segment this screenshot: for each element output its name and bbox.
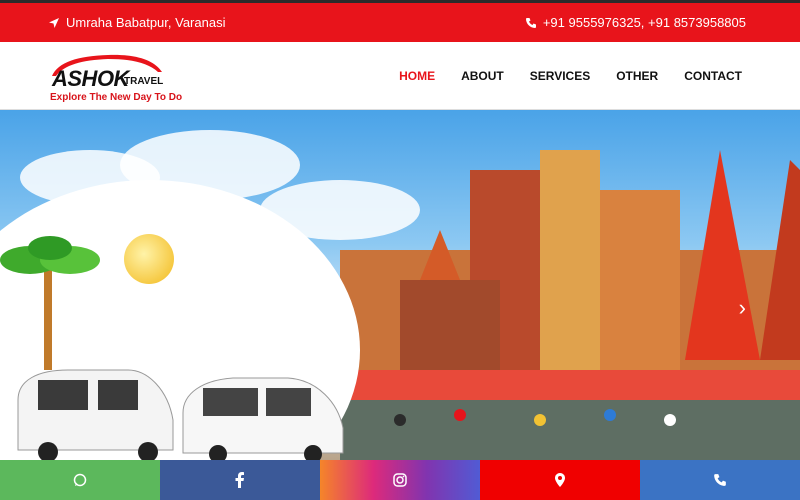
next-slide-chevron-icon[interactable]: › — [739, 295, 746, 321]
ashok-travel-logo[interactable]: ASHOK TRAVEL Explore The New Day To Do — [48, 50, 182, 106]
nav-item-other[interactable]: OTHER — [616, 69, 658, 83]
instagram-icon — [393, 473, 407, 487]
palm-tree-icon — [0, 236, 100, 370]
call-button[interactable] — [640, 460, 800, 500]
facebook-icon — [235, 472, 244, 488]
phone-numbers[interactable]: +91 9555976325, +91 8573958805 — [543, 15, 746, 30]
whatsapp-icon — [73, 473, 87, 487]
location-button[interactable] — [480, 460, 640, 500]
logo-tagline: Explore The New Day To Do — [50, 92, 183, 103]
main-nav: HOME ABOUT SERVICES OTHER CONTACT — [399, 69, 742, 83]
main-header: ASHOK TRAVEL Explore The New Day To Do H… — [0, 42, 800, 110]
instagram-button[interactable] — [320, 460, 480, 500]
hero-slider: › — [0, 110, 800, 460]
nav-item-services[interactable]: SERVICES — [530, 69, 590, 83]
location-info: Umraha Babatpur, Varanasi — [48, 15, 225, 30]
maruti-ertiga-car-image — [182, 377, 344, 460]
nav-item-about[interactable]: ABOUT — [461, 69, 504, 83]
phone-icon — [714, 474, 726, 486]
logo-brand: ASHOK — [52, 66, 129, 91]
nav-item-contact[interactable]: CONTACT — [684, 69, 742, 83]
toyota-innova-car-image — [17, 369, 174, 460]
contact-bar: Umraha Babatpur, Varanasi +91 9555976325… — [0, 3, 800, 42]
phone-icon — [525, 17, 536, 28]
varanasi-ghats-image — [340, 150, 800, 460]
location-arrow-icon — [49, 17, 59, 28]
sun-icon — [124, 234, 174, 284]
phone-info[interactable]: +91 9555976325, +91 8573958805 — [525, 15, 746, 30]
map-pin-icon — [555, 473, 565, 487]
location-text: Umraha Babatpur, Varanasi — [66, 15, 226, 30]
facebook-button[interactable] — [160, 460, 320, 500]
logo-brand-suffix: TRAVEL — [124, 76, 164, 87]
nav-item-home[interactable]: HOME — [399, 69, 435, 83]
whatsapp-button[interactable] — [0, 460, 160, 500]
social-bar — [0, 460, 800, 500]
